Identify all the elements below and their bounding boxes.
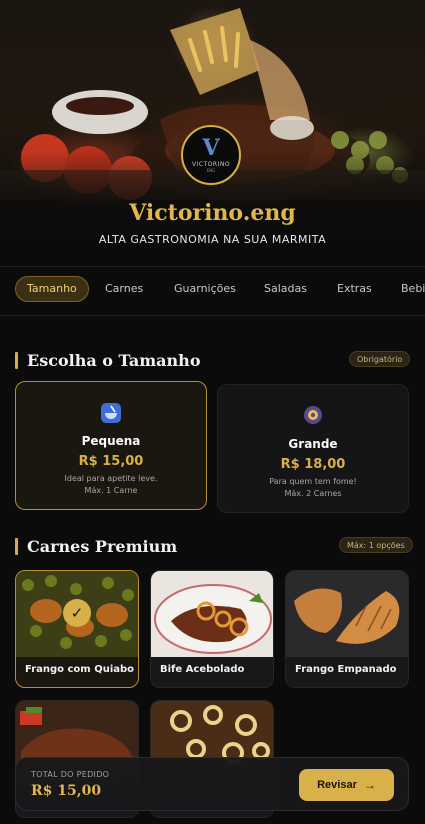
meat-photo bbox=[151, 571, 273, 657]
bowl-icon bbox=[100, 402, 122, 429]
size-max-meats: Máx. 2 Carnes bbox=[284, 489, 342, 498]
size-name: Pequena bbox=[81, 434, 141, 448]
section-accent-bar bbox=[15, 537, 18, 555]
tab-guarnicoes[interactable]: Guarnições bbox=[174, 276, 236, 302]
size-description: Para quem tem fome! bbox=[269, 477, 357, 486]
arrow-right-icon: → bbox=[363, 778, 376, 792]
order-summary-bar: TOTAL DO PEDIDO R$ 15,00 Revisar → bbox=[15, 757, 409, 811]
tab-extras[interactable]: Extras bbox=[337, 276, 372, 302]
size-max-meats: Máx. 1 Carne bbox=[84, 486, 138, 495]
meat-photo bbox=[286, 571, 408, 657]
meat-card-frango-quiabo[interactable]: ✓ Frango com Quiabo bbox=[15, 570, 139, 688]
meat-card-bife-acebolado[interactable]: Bife Acebolado bbox=[150, 570, 274, 688]
tab-saladas[interactable]: Saladas bbox=[264, 276, 307, 302]
review-button-label: Revisar bbox=[317, 779, 357, 791]
logo-text: VICTORINO bbox=[191, 161, 231, 168]
total-value: R$ 15,00 bbox=[31, 783, 102, 799]
plate-icon bbox=[303, 405, 323, 430]
total-label: TOTAL DO PEDIDO bbox=[31, 770, 110, 779]
size-option-pequena[interactable]: Pequena R$ 15,00 Ideal para apetite leve… bbox=[15, 381, 207, 510]
section-title-size: Escolha o Tamanho bbox=[15, 350, 200, 370]
meat-name: Bife Acebolado bbox=[160, 664, 245, 675]
section-title-text: Carnes Premium bbox=[27, 536, 178, 556]
selected-check-icon: ✓ bbox=[63, 599, 91, 627]
size-price: R$ 18,00 bbox=[280, 457, 346, 472]
section-title-text: Escolha o Tamanho bbox=[27, 350, 201, 370]
meat-name: Frango Empanado bbox=[295, 664, 397, 675]
size-price: R$ 15,00 bbox=[78, 454, 144, 469]
section-title-meats: Carnes Premium bbox=[15, 536, 177, 556]
tab-carnes[interactable]: Carnes bbox=[105, 276, 143, 302]
brand-tagline: ALTA GASTRONOMIA NA SUA MARMITA bbox=[98, 233, 327, 246]
divider bbox=[0, 266, 425, 267]
review-button[interactable]: Revisar → bbox=[299, 769, 394, 801]
logo-mark: V bbox=[202, 135, 220, 161]
divider bbox=[0, 315, 425, 316]
meat-card-frango-empanado[interactable]: Frango Empanado bbox=[285, 570, 409, 688]
brand-name: Victorino.eng bbox=[129, 200, 296, 226]
required-badge: Obrigatório bbox=[349, 351, 411, 367]
size-option-grande[interactable]: Grande R$ 18,00 Para quem tem fome! Máx.… bbox=[217, 384, 409, 513]
tab-bebidas[interactable]: Bebi bbox=[401, 276, 425, 302]
logo-subtext: ENG bbox=[206, 168, 216, 173]
size-description: Ideal para apetite leve. bbox=[64, 474, 158, 483]
tab-tamanho[interactable]: Tamanho bbox=[15, 276, 89, 302]
max-options-badge: Máx: 1 opções bbox=[339, 537, 413, 553]
meat-name: Frango com Quiabo bbox=[25, 664, 135, 675]
size-name: Grande bbox=[288, 437, 338, 451]
section-accent-bar bbox=[15, 351, 18, 369]
category-tabs: Tamanho Carnes Guarnições Saladas Extras… bbox=[0, 276, 425, 302]
brand-logo: V VICTORINO ENG bbox=[181, 125, 241, 185]
